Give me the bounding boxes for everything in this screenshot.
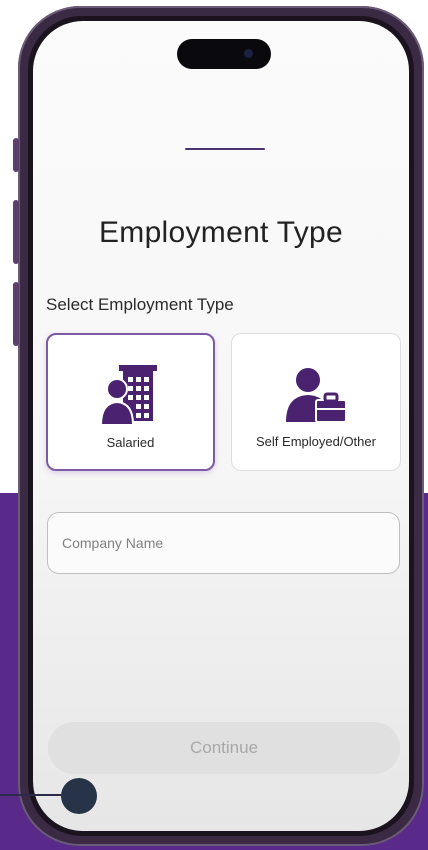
- person-briefcase-icon: [232, 364, 400, 424]
- side-button-volume-up: [13, 200, 19, 264]
- phone-frame: Employment Type Select Employment Type S…: [18, 6, 424, 846]
- page-title: Employment Type: [98, 216, 344, 249]
- option-label: Salaried: [106, 435, 155, 450]
- camera-icon: [244, 49, 253, 58]
- office-worker-icon: [48, 365, 213, 426]
- app-screen: Employment Type Select Employment Type S…: [33, 21, 409, 831]
- dynamic-island: [177, 39, 271, 69]
- option-card-self-employed[interactable]: Self Employed/Other: [231, 333, 401, 471]
- section-label: Select Employment Type: [46, 295, 234, 314]
- phone-bezel: Employment Type Select Employment Type S…: [28, 16, 414, 836]
- callout-dot: [61, 778, 97, 814]
- drag-handle[interactable]: [185, 148, 265, 150]
- continue-button[interactable]: Continue: [48, 722, 400, 774]
- side-button-silent: [13, 138, 19, 172]
- side-button-volume-down: [13, 282, 19, 346]
- company-name-input[interactable]: [47, 512, 400, 574]
- callout-line: [0, 794, 70, 796]
- option-card-salaried[interactable]: Salaried: [46, 333, 215, 471]
- option-label: Self Employed/Other: [256, 434, 376, 449]
